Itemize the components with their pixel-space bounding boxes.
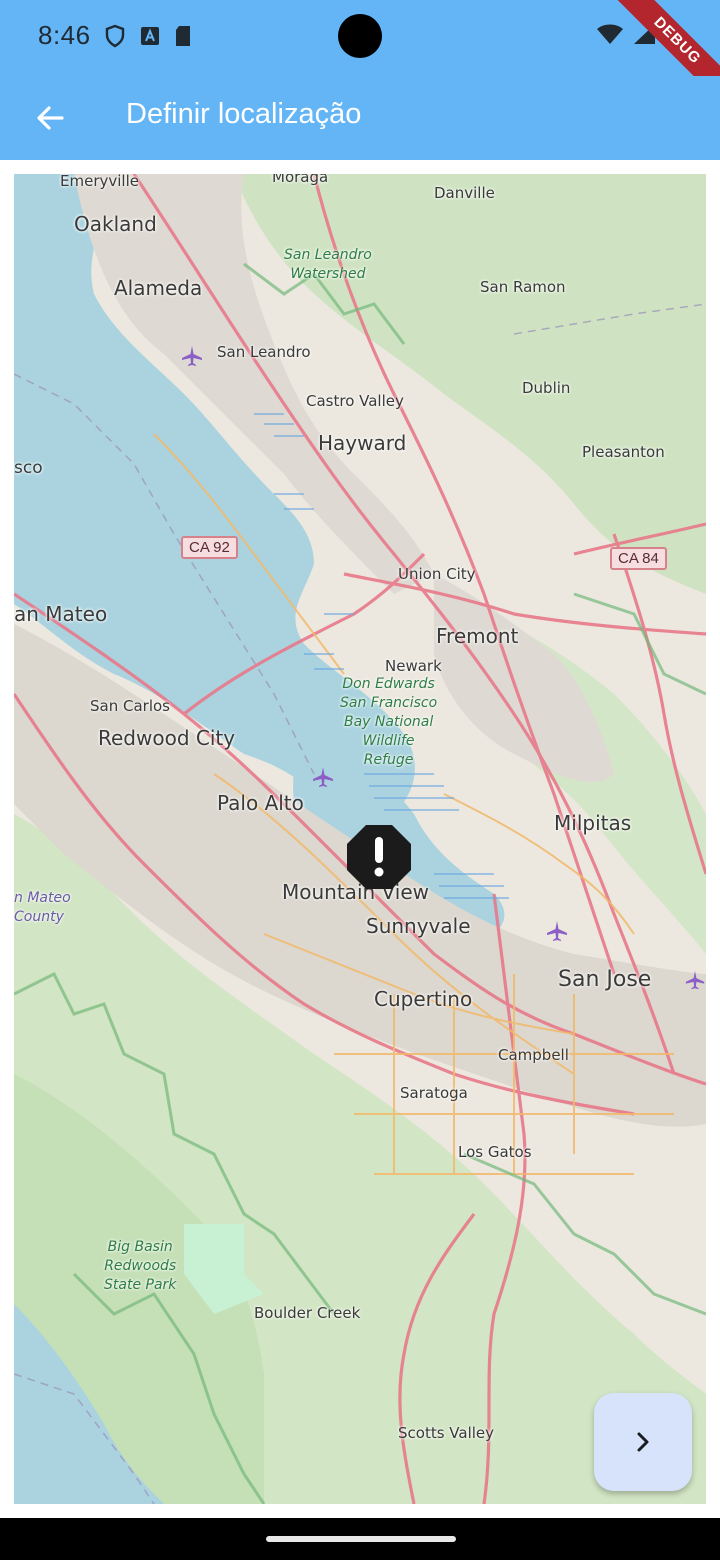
map-label-moraga: Moraga <box>272 174 329 186</box>
map-label-cupertino: Cupertino <box>374 987 473 1011</box>
airport-icon <box>182 346 202 366</box>
shield-icon <box>105 24 125 48</box>
map-label-emeryville: Emeryville <box>60 174 139 190</box>
map-label-los-gatos: Los Gatos <box>458 1143 532 1161</box>
map-label-hayward: Hayward <box>318 431 407 455</box>
page-title: Definir localização <box>126 98 362 130</box>
map-label-san-leandro-watershed: San Leandro Watershed <box>284 247 372 282</box>
map-label-san-mateo: an Mateo <box>14 602 108 626</box>
screen: 8:46 DEBUG Definir localização Emeryvill… <box>0 0 720 1560</box>
route-shield-ca92: CA 92 <box>181 536 238 559</box>
arrow-back-icon <box>37 106 64 130</box>
map-label-san-mateo-county: n Mateo County <box>14 890 71 925</box>
map-label-san-leandro: San Leandro <box>217 343 311 361</box>
back-button[interactable] <box>22 90 78 146</box>
map-label-palo-alto: Palo Alto <box>217 791 304 815</box>
map-label-oakland: Oakland <box>74 212 157 236</box>
map-label-danville: Danville <box>434 184 495 202</box>
status-bar: 8:46 DEBUG <box>0 0 720 111</box>
route-shield-ca84: CA 84 <box>610 547 667 570</box>
chevron-right-icon <box>637 1432 649 1452</box>
map-label-dublin: Dublin <box>522 379 571 397</box>
map-label-redwood-city: Redwood City <box>98 726 236 750</box>
a-badge-icon <box>141 27 159 45</box>
map-label-don-edwards-refuge: Don Edwards San Francisco Bay National W… <box>340 676 438 768</box>
map-label-castro-valley: Castro Valley <box>306 392 404 410</box>
map-label-san-carlos: San Carlos <box>90 697 170 715</box>
map-label-pleasanton: Pleasanton <box>582 443 665 461</box>
app-bar: Definir localização <box>0 76 720 160</box>
map-label-milpitas: Milpitas <box>554 811 632 835</box>
map-label-fremont: Fremont <box>436 624 519 648</box>
map-label-alameda: Alameda <box>114 276 203 300</box>
map-label-san-jose: San Jose <box>558 967 652 992</box>
map-label-saratoga: Saratoga <box>400 1084 468 1102</box>
status-time: 8:46 <box>38 20 91 50</box>
system-nav-bar <box>0 1518 720 1560</box>
airport-icon <box>685 970 705 990</box>
map-label-san-ramon: San Ramon <box>480 278 566 296</box>
wifi-icon <box>597 24 623 44</box>
map-label-union-city: Union City <box>398 565 476 583</box>
next-button[interactable] <box>594 1393 692 1491</box>
map-label-boulder-creek: Boulder Creek <box>254 1304 361 1322</box>
camera-cutout <box>338 14 382 58</box>
map-label-sunnyvale: Sunnyvale <box>366 914 471 938</box>
map-label-newark: Newark <box>385 657 442 675</box>
status-icons-left <box>104 24 192 48</box>
alert-octagon-icon[interactable] <box>346 824 412 890</box>
home-indicator[interactable] <box>266 1536 456 1542</box>
airport-icon <box>313 767 333 787</box>
map-label-campbell: Campbell <box>498 1046 569 1064</box>
map-label-big-basin: Big Basin Redwoods State Park <box>104 1239 177 1293</box>
map-label-sco: sco <box>14 458 43 478</box>
map-label-scotts-valley: Scotts Valley <box>398 1424 495 1442</box>
sd-card-icon <box>176 26 190 46</box>
airport-icon <box>547 921 567 941</box>
